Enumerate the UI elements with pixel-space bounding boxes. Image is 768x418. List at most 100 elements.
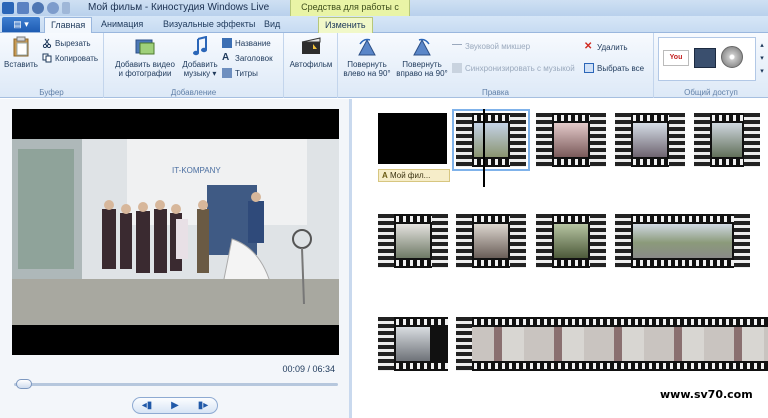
clip-selected[interactable] [452,109,530,171]
undo-icon[interactable] [32,2,44,14]
seek-handle[interactable] [16,379,33,389]
rotate-left-label-2: влево на 90° [343,69,391,78]
automovie-icon [300,36,322,58]
watermark: www.sv70.com [660,388,753,401]
storyboard-clip[interactable] [536,214,606,268]
youtube-icon[interactable]: You [663,50,689,66]
tab-home[interactable]: Главная [44,17,93,33]
group-add: Добавить видео и фотографии Добавить муз… [104,33,284,98]
copy-icon [42,53,52,63]
film-photo-icon [134,36,156,58]
redo-icon[interactable] [47,2,59,14]
next-frame-button[interactable]: ▮▸ [193,400,213,411]
rotate-left-label-1: Повернуть [347,60,387,69]
ribbon: Вставить Вырезать Копировать Буфер Добав… [0,33,768,98]
title-bar: Мой фильм - Киностудия Windows Live Сред… [0,0,768,27]
add-media-label-2: и фотографии [118,69,172,78]
delete-icon: ✕ [584,41,593,52]
title-label: Название [235,38,271,48]
rotate-right-button[interactable]: Повернуть вправо на 90° [394,36,450,78]
rotate-left-button[interactable]: Повернуть влево на 90° [340,36,394,78]
sync-music-button[interactable]: Синхронизировать с музыкой [452,63,575,73]
share-gallery: You [658,37,756,81]
play-button[interactable]: ▶ [165,400,185,411]
select-all-icon [584,63,594,73]
transport-controls: ◂▮ ▶ ▮▸ [132,397,218,414]
playhead[interactable] [483,109,485,187]
group-clipboard: Вставить Вырезать Копировать Буфер [0,33,104,98]
storyboard-clip[interactable] [615,214,750,268]
dvd-icon[interactable] [721,46,743,68]
add-group-label: Добавление [170,88,217,97]
storyboard-clip[interactable] [378,214,448,268]
window-title: Мой фильм - Киностудия Windows Live [88,2,270,13]
monitor-icon[interactable] [694,48,716,68]
delete-button[interactable]: ✕ Удалить [584,42,628,52]
paste-label: Вставить [4,60,38,69]
customize-qat-icon[interactable] [62,2,70,14]
caption-button[interactable]: A Заголовок [222,53,273,63]
add-music-label-2: музыку ▾ [183,69,217,78]
rotate-right-label-2: вправо на 90° [396,69,448,78]
caption-tag[interactable]: A Мой фил... [378,169,450,182]
add-media-label-1: Добавить видео [115,60,175,69]
storyboard-clip[interactable] [536,113,606,167]
storyboard-clip[interactable] [456,214,526,268]
video-frame: IT-KOMPANY [12,139,339,325]
sync-icon [452,63,462,73]
tab-view[interactable]: Вид [258,17,286,33]
paste-button[interactable]: Вставить [4,36,38,69]
video-preview[interactable]: IT-KOMPANY [12,109,339,355]
audio-mixer-icon [452,44,462,49]
clipboard-group-label: Буфер [39,88,64,97]
add-music-label-1: Добавить [182,60,218,69]
select-all-label: Выбрать все [597,63,645,73]
rotate-left-icon [356,36,378,58]
group-share: You ▴ ▾ ▾ Общий доступ [654,33,768,98]
caption-tag-icon: A [382,171,388,180]
previous-frame-button[interactable]: ◂▮ [137,400,157,411]
svg-text:IT-KOMPANY: IT-KOMPANY [172,166,221,175]
copy-button[interactable]: Копировать [42,53,98,63]
scissors-icon [42,38,52,49]
cut-label: Вырезать [55,38,91,48]
app-menu-icon[interactable] [2,2,14,14]
caption-icon: A [222,52,230,63]
paste-icon [10,36,32,58]
add-media-button[interactable]: Добавить видео и фотографии [112,36,178,78]
select-all-button[interactable]: Выбрать все [584,63,644,73]
music-note-icon [189,35,211,58]
share-group-label: Общий доступ [684,88,738,97]
audio-mixer-button[interactable]: Звуковой микшер [452,42,530,51]
cut-button[interactable]: Вырезать [42,38,91,49]
time-readout: 00:09 / 06:34 [282,364,335,374]
storyboard-clip[interactable] [456,317,768,371]
save-icon[interactable] [17,2,29,14]
group-automovie: Автофильм [284,33,338,98]
rotate-right-label-1: Повернуть [402,60,442,69]
copy-label: Копировать [55,53,99,63]
quick-access-toolbar [2,1,70,15]
credits-label: Титры [235,68,258,78]
seek-bar[interactable] [14,383,338,386]
storyboard-clip[interactable] [694,113,760,167]
group-edit: Повернуть влево на 90° Повернуть вправо … [338,33,654,98]
automovie-label: Автофильм [289,60,333,69]
automovie-button[interactable]: Автофильм [288,36,334,69]
ribbon-tabs: ▤ ▾ Главная Анимация Визуальные эффекты … [0,16,768,33]
title-clip[interactable] [378,113,447,164]
credits-button[interactable]: Титры [222,68,258,78]
file-menu-button[interactable]: ▤ ▾ [2,17,40,32]
contextual-tab-group: Средства для работы с видео [290,0,410,27]
tab-edit[interactable]: Изменить [318,17,373,33]
edit-group-label: Правка [481,88,510,97]
caption-label: Заголовок [235,53,273,63]
title-button[interactable]: Название [222,38,271,48]
add-music-button[interactable]: Добавить музыку ▾ [178,35,222,78]
credits-icon [222,68,232,78]
tab-visual-effects[interactable]: Визуальные эффекты [157,17,261,33]
storyboard-clip[interactable] [378,317,448,371]
storyboard-clip[interactable] [615,113,685,167]
tab-animation[interactable]: Анимация [95,17,149,33]
gallery-scroll[interactable]: ▴ ▾ ▾ [758,39,766,79]
